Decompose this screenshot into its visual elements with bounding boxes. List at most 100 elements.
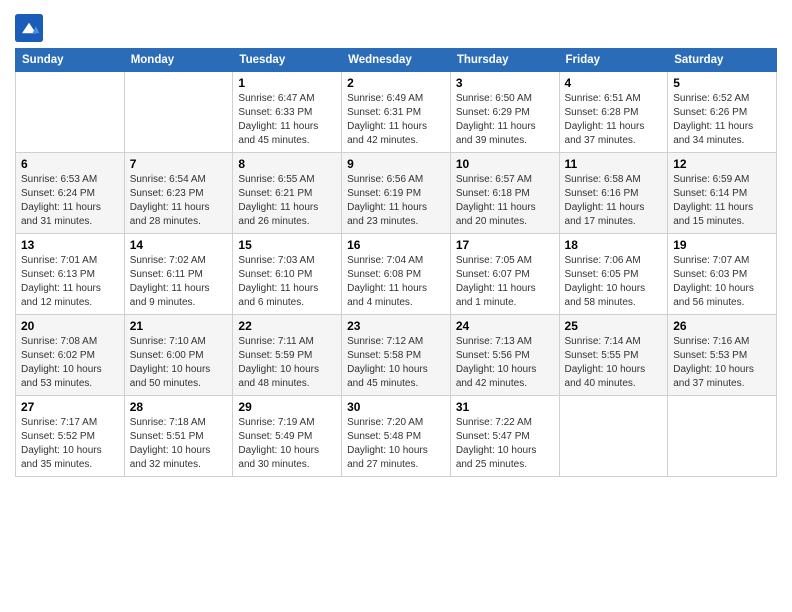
day-number: 14 xyxy=(130,238,228,252)
day-number: 30 xyxy=(347,400,445,414)
calendar-cell xyxy=(668,396,777,477)
logo xyxy=(15,14,47,42)
calendar-cell: 11 Sunrise: 6:58 AMSunset: 6:16 PMDayligh… xyxy=(559,153,668,234)
calendar-cell: 26Sunrise: 7:16 AMSunset: 5:53 PMDayligh… xyxy=(668,315,777,396)
day-info: Sunrise: 7:20 AMSunset: 5:48 PMDaylight:… xyxy=(347,416,445,472)
calendar-cell: 28Sunrise: 7:18 AMSunset: 5:51 PMDayligh… xyxy=(124,396,233,477)
day-info: Sunrise: 7:10 AMSunset: 6:00 PMDaylight:… xyxy=(130,335,228,391)
weekday-row: SundayMondayTuesdayWednesdayThursdayFrid… xyxy=(16,49,777,72)
day-number: 13 xyxy=(21,238,119,252)
day-info: Sunrise: 6:59 AMSunset: 6:14 PMDaylight:… xyxy=(673,173,771,229)
calendar-cell: 23 Sunrise: 7:12 AMSunset: 5:58 PMDayligh… xyxy=(342,315,451,396)
calendar-cell: 24 Sunrise: 7:13 AMSunset: 5:56 PMDayligh… xyxy=(450,315,559,396)
calendar-cell: 8 Sunrise: 6:55 AMSunset: 6:21 PMDaylight… xyxy=(233,153,342,234)
calendar-cell: 7 Sunrise: 6:54 AMSunset: 6:23 PMDaylight… xyxy=(124,153,233,234)
weekday-header-monday: Monday xyxy=(124,49,233,72)
day-number: 3 xyxy=(456,76,554,90)
day-number: 18 xyxy=(565,238,663,252)
day-number: 24 xyxy=(456,319,554,333)
day-number: 10 xyxy=(456,157,554,171)
calendar-cell: 22Sunrise: 7:11 AMSunset: 5:59 PMDayligh… xyxy=(233,315,342,396)
calendar-cell: 13 Sunrise: 7:01 AMSunset: 6:13 PMDayligh… xyxy=(16,234,125,315)
calendar-cell: 17Sunrise: 7:05 AMSunset: 6:07 PMDayligh… xyxy=(450,234,559,315)
day-number: 29 xyxy=(238,400,336,414)
day-info: Sunrise: 6:58 AMSunset: 6:16 PMDaylight:… xyxy=(565,173,663,229)
calendar-cell: 16 Sunrise: 7:04 AMSunset: 6:08 PMDayligh… xyxy=(342,234,451,315)
day-number: 5 xyxy=(673,76,771,90)
day-number: 6 xyxy=(21,157,119,171)
calendar-cell: 31 Sunrise: 7:22 AMSunset: 5:47 PMDayligh… xyxy=(450,396,559,477)
day-info: Sunrise: 7:22 AMSunset: 5:47 PMDaylight:… xyxy=(456,416,554,472)
day-info: Sunrise: 6:55 AMSunset: 6:21 PMDaylight:… xyxy=(238,173,336,229)
day-number: 11 xyxy=(565,157,663,171)
day-info: Sunrise: 6:52 AMSunset: 6:26 PMDaylight:… xyxy=(673,92,771,148)
calendar-cell: 18 Sunrise: 7:06 AMSunset: 6:05 PMDayligh… xyxy=(559,234,668,315)
day-number: 15 xyxy=(238,238,336,252)
day-info: Sunrise: 7:16 AMSunset: 5:53 PMDaylight:… xyxy=(673,335,771,391)
day-number: 4 xyxy=(565,76,663,90)
day-number: 9 xyxy=(347,157,445,171)
day-info: Sunrise: 7:13 AMSunset: 5:56 PMDaylight:… xyxy=(456,335,554,391)
day-info: Sunrise: 6:50 AMSunset: 6:29 PMDaylight:… xyxy=(456,92,554,148)
day-number: 7 xyxy=(130,157,228,171)
calendar-cell: 2Sunrise: 6:49 AMSunset: 6:31 PMDaylight… xyxy=(342,72,451,153)
day-info: Sunrise: 6:56 AMSunset: 6:19 PMDaylight:… xyxy=(347,173,445,229)
weekday-header-saturday: Saturday xyxy=(668,49,777,72)
calendar-header: SundayMondayTuesdayWednesdayThursdayFrid… xyxy=(16,49,777,72)
calendar-cell: 4 Sunrise: 6:51 AMSunset: 6:28 PMDaylight… xyxy=(559,72,668,153)
day-number: 19 xyxy=(673,238,771,252)
day-info: Sunrise: 6:54 AMSunset: 6:23 PMDaylight:… xyxy=(130,173,228,229)
day-info: Sunrise: 7:14 AMSunset: 5:55 PMDaylight:… xyxy=(565,335,663,391)
calendar-cell: 21 Sunrise: 7:10 AMSunset: 6:00 PMDayligh… xyxy=(124,315,233,396)
calendar-cell: 10 Sunrise: 6:57 AMSunset: 6:18 PMDayligh… xyxy=(450,153,559,234)
calendar-cell: 30 Sunrise: 7:20 AMSunset: 5:48 PMDayligh… xyxy=(342,396,451,477)
calendar-cell: 9 Sunrise: 6:56 AMSunset: 6:19 PMDaylight… xyxy=(342,153,451,234)
day-info: Sunrise: 7:11 AMSunset: 5:59 PMDaylight:… xyxy=(238,335,336,391)
calendar-cell: 29 Sunrise: 7:19 AMSunset: 5:49 PMDayligh… xyxy=(233,396,342,477)
calendar-body: 1 Sunrise: 6:47 AMSunset: 6:33 PMDaylight… xyxy=(16,72,777,477)
calendar-cell xyxy=(559,396,668,477)
day-info: Sunrise: 6:57 AMSunset: 6:18 PMDaylight:… xyxy=(456,173,554,229)
calendar-week-2: 6 Sunrise: 6:53 AMSunset: 6:24 PMDaylight… xyxy=(16,153,777,234)
calendar-cell: 19 Sunrise: 7:07 AMSunset: 6:03 PMDayligh… xyxy=(668,234,777,315)
calendar-cell xyxy=(16,72,125,153)
weekday-header-tuesday: Tuesday xyxy=(233,49,342,72)
day-info: Sunrise: 6:47 AMSunset: 6:33 PMDaylight:… xyxy=(238,92,336,148)
day-number: 25 xyxy=(565,319,663,333)
weekday-header-thursday: Thursday xyxy=(450,49,559,72)
calendar-cell: 25 Sunrise: 7:14 AMSunset: 5:55 PMDayligh… xyxy=(559,315,668,396)
calendar-cell xyxy=(124,72,233,153)
day-number: 21 xyxy=(130,319,228,333)
day-info: Sunrise: 7:04 AMSunset: 6:08 PMDaylight:… xyxy=(347,254,445,310)
day-number: 12 xyxy=(673,157,771,171)
calendar-week-1: 1 Sunrise: 6:47 AMSunset: 6:33 PMDaylight… xyxy=(16,72,777,153)
day-number: 1 xyxy=(238,76,336,90)
day-info: Sunrise: 7:18 AMSunset: 5:51 PMDaylight:… xyxy=(130,416,228,472)
day-number: 20 xyxy=(21,319,119,333)
weekday-header-friday: Friday xyxy=(559,49,668,72)
calendar-cell: 5 Sunrise: 6:52 AMSunset: 6:26 PMDaylight… xyxy=(668,72,777,153)
day-info: Sunrise: 7:01 AMSunset: 6:13 PMDaylight:… xyxy=(21,254,119,310)
calendar-cell: 6 Sunrise: 6:53 AMSunset: 6:24 PMDaylight… xyxy=(16,153,125,234)
logo-icon xyxy=(15,14,43,42)
day-number: 8 xyxy=(238,157,336,171)
day-number: 2 xyxy=(347,76,445,90)
day-info: Sunrise: 7:03 AMSunset: 6:10 PMDaylight:… xyxy=(238,254,336,310)
calendar-cell: 3 Sunrise: 6:50 AMSunset: 6:29 PMDaylight… xyxy=(450,72,559,153)
calendar-week-3: 13 Sunrise: 7:01 AMSunset: 6:13 PMDayligh… xyxy=(16,234,777,315)
calendar-table: SundayMondayTuesdayWednesdayThursdayFrid… xyxy=(15,48,777,477)
day-info: Sunrise: 7:06 AMSunset: 6:05 PMDaylight:… xyxy=(565,254,663,310)
day-info: Sunrise: 7:17 AMSunset: 5:52 PMDaylight:… xyxy=(21,416,119,472)
day-info: Sunrise: 7:19 AMSunset: 5:49 PMDaylight:… xyxy=(238,416,336,472)
day-info: Sunrise: 7:02 AMSunset: 6:11 PMDaylight:… xyxy=(130,254,228,310)
page-header xyxy=(15,10,777,42)
day-info: Sunrise: 6:53 AMSunset: 6:24 PMDaylight:… xyxy=(21,173,119,229)
day-info: Sunrise: 6:51 AMSunset: 6:28 PMDaylight:… xyxy=(565,92,663,148)
day-info: Sunrise: 7:12 AMSunset: 5:58 PMDaylight:… xyxy=(347,335,445,391)
day-number: 23 xyxy=(347,319,445,333)
day-number: 31 xyxy=(456,400,554,414)
day-number: 16 xyxy=(347,238,445,252)
day-info: Sunrise: 7:07 AMSunset: 6:03 PMDaylight:… xyxy=(673,254,771,310)
weekday-header-wednesday: Wednesday xyxy=(342,49,451,72)
calendar-cell: 1 Sunrise: 6:47 AMSunset: 6:33 PMDaylight… xyxy=(233,72,342,153)
